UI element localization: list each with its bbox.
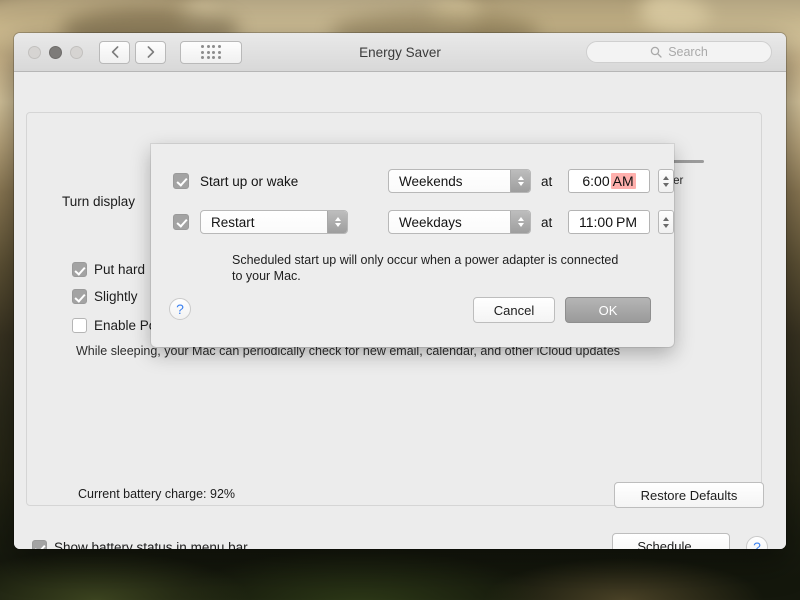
help-button[interactable]: ? [746, 536, 768, 549]
time-ampm[interactable]: PM [614, 214, 639, 230]
forward-button[interactable] [135, 41, 166, 64]
sleep-restart-time-stepper[interactable] [658, 210, 674, 234]
select-value: Weekdays [389, 215, 510, 230]
time-value: 11:00 [579, 214, 613, 230]
startup-wake-time-stepper[interactable] [658, 169, 674, 193]
checkbox[interactable] [32, 540, 47, 549]
show-all-button[interactable] [180, 41, 242, 64]
zoom-button[interactable] [70, 46, 83, 59]
chevron-updown-icon [510, 211, 530, 233]
at-label-1: at [541, 174, 552, 189]
search-icon [650, 46, 662, 58]
sleep-restart-day-select[interactable]: Weekdays [388, 210, 531, 234]
sleep-restart-time-field[interactable]: 11:00 PM [568, 210, 650, 234]
display-sleep-label: Turn display [62, 194, 135, 209]
sleep-restart-checkbox[interactable] [173, 214, 189, 230]
chevron-updown-icon [510, 170, 530, 192]
chevron-left-icon [111, 46, 119, 58]
cancel-button[interactable]: Cancel [473, 297, 555, 323]
sheet-help-button[interactable]: ? [169, 298, 191, 320]
stepper-down-icon[interactable] [663, 224, 669, 228]
search-placeholder: Search [668, 45, 708, 59]
sleep-restart-action-select[interactable]: Restart [200, 210, 348, 234]
restore-defaults-button[interactable]: Restore Defaults [614, 482, 764, 508]
select-value: Restart [201, 215, 327, 230]
startup-wake-day-select[interactable]: Weekends [388, 169, 531, 193]
checkbox[interactable] [72, 289, 87, 304]
close-button[interactable] [28, 46, 41, 59]
traffic-lights [28, 46, 83, 59]
put-hard-disks-to-sleep-row[interactable]: Put hard [72, 262, 145, 277]
schedule-dialog: Start up or wake Weekends at 6:00 AM [151, 144, 674, 347]
energy-saver-window: Energy Saver Search Turn display 3 hrs N… [14, 33, 786, 549]
startup-wake-time-field[interactable]: 6:00 AM [568, 169, 650, 193]
window-titlebar: Energy Saver Search [14, 33, 786, 72]
stepper-up-icon[interactable] [663, 217, 669, 221]
at-label-2: at [541, 215, 552, 230]
select-value: Weekends [389, 174, 510, 189]
grid-icon [201, 45, 221, 59]
back-button[interactable] [99, 41, 130, 64]
startup-wake-label: Start up or wake [200, 174, 298, 189]
minimize-button[interactable] [49, 46, 62, 59]
checkbox-label: Show battery status in menu bar [54, 540, 248, 549]
chevron-right-icon [147, 46, 155, 58]
sleep-restart-row: Restart Weekdays at 11:00 PM [173, 210, 652, 234]
show-battery-status-row[interactable]: Show battery status in menu bar [32, 540, 248, 549]
checkbox[interactable] [72, 262, 87, 277]
checkbox-label: Put hard [94, 262, 145, 277]
navigation-buttons [99, 41, 166, 64]
schedule-note: Scheduled start up will only occur when … [232, 252, 632, 284]
time-value: 6:00 [582, 173, 609, 189]
stepper-down-icon[interactable] [663, 183, 669, 187]
energy-saver-body: Turn display 3 hrs Never Put hard Slight… [14, 72, 786, 549]
schedule-button[interactable]: Schedule… [612, 533, 730, 549]
chevron-updown-icon [327, 211, 347, 233]
checkbox[interactable] [72, 318, 87, 333]
startup-wake-checkbox[interactable] [173, 173, 189, 189]
time-ampm-selected[interactable]: AM [611, 173, 636, 189]
checkbox-label: Slightly [94, 289, 138, 304]
battery-charge-status: Current battery charge: 92% [78, 487, 235, 501]
startup-wake-row: Start up or wake Weekends at 6:00 AM [173, 169, 652, 193]
ok-button[interactable]: OK [565, 297, 651, 323]
slightly-dim-display-row[interactable]: Slightly [72, 289, 138, 304]
stepper-up-icon[interactable] [663, 176, 669, 180]
search-input[interactable]: Search [586, 41, 772, 63]
